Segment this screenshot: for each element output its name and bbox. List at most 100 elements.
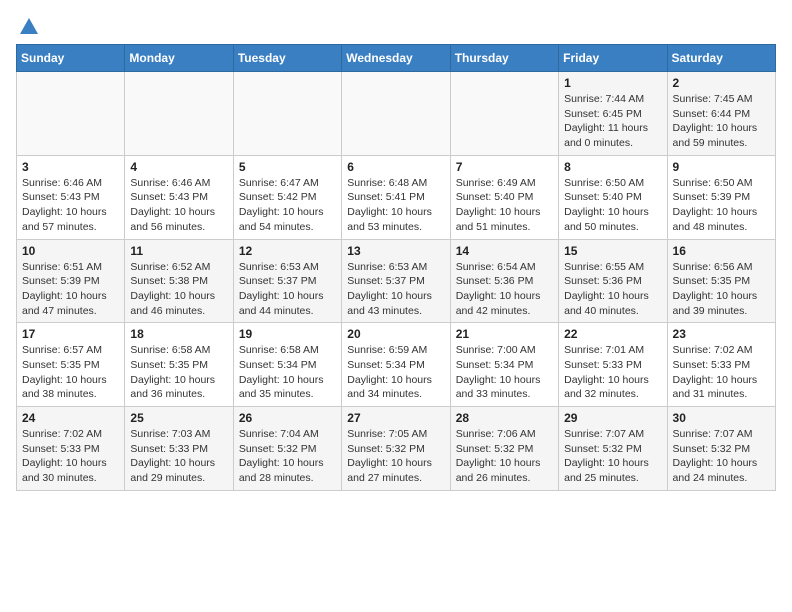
calendar-week-row: 1 Sunrise: 7:44 AM Sunset: 6:45 PM Daylig… (17, 72, 776, 156)
day-info: Sunrise: 7:04 AM Sunset: 5:32 PM Dayligh… (239, 427, 336, 486)
calendar-cell: 3 Sunrise: 6:46 AM Sunset: 5:43 PM Daylig… (17, 155, 125, 239)
day-info: Sunrise: 6:57 AM Sunset: 5:35 PM Dayligh… (22, 343, 119, 402)
day-info: Sunrise: 6:50 AM Sunset: 5:40 PM Dayligh… (564, 176, 661, 235)
day-info: Sunrise: 7:07 AM Sunset: 5:32 PM Dayligh… (564, 427, 661, 486)
calendar-cell (342, 72, 450, 156)
calendar-cell: 22Sunrise: 7:01 AM Sunset: 5:33 PM Dayli… (559, 323, 667, 407)
day-number: 10 (22, 244, 119, 258)
page-header (16, 16, 776, 34)
day-info: Sunrise: 6:50 AM Sunset: 5:39 PM Dayligh… (673, 176, 770, 235)
calendar-cell: 10 Sunrise: 6:51 AM Sunset: 5:39 PM Dayli… (17, 239, 125, 323)
day-number: 9 (673, 160, 770, 174)
calendar-week-row: 24Sunrise: 7:02 AM Sunset: 5:33 PM Dayli… (17, 407, 776, 491)
day-info: Sunrise: 6:46 AM Sunset: 5:43 PM Dayligh… (22, 176, 119, 235)
day-info: Sunrise: 6:58 AM Sunset: 5:34 PM Dayligh… (239, 343, 336, 402)
day-number: 16 (673, 244, 770, 258)
calendar-cell: 1 Sunrise: 7:44 AM Sunset: 6:45 PM Daylig… (559, 72, 667, 156)
day-number: 26 (239, 411, 336, 425)
day-info: Sunrise: 7:07 AM Sunset: 5:32 PM Dayligh… (673, 427, 770, 486)
day-info: Sunrise: 7:02 AM Sunset: 5:33 PM Dayligh… (673, 343, 770, 402)
day-number: 17 (22, 327, 119, 341)
day-info: Sunrise: 7:00 AM Sunset: 5:34 PM Dayligh… (456, 343, 553, 402)
logo (16, 16, 40, 34)
day-number: 2 (673, 76, 770, 90)
day-number: 5 (239, 160, 336, 174)
day-number: 12 (239, 244, 336, 258)
day-info: Sunrise: 6:56 AM Sunset: 5:35 PM Dayligh… (673, 260, 770, 319)
calendar-cell: 20Sunrise: 6:59 AM Sunset: 5:34 PM Dayli… (342, 323, 450, 407)
calendar-cell: 26 Sunrise: 7:04 AM Sunset: 5:32 PM Dayli… (233, 407, 341, 491)
calendar-week-row: 17 Sunrise: 6:57 AM Sunset: 5:35 PM Dayli… (17, 323, 776, 407)
calendar-cell: 15 Sunrise: 6:55 AM Sunset: 5:36 PM Dayli… (559, 239, 667, 323)
day-number: 14 (456, 244, 553, 258)
day-number: 6 (347, 160, 444, 174)
calendar-cell: 6 Sunrise: 6:48 AM Sunset: 5:41 PM Daylig… (342, 155, 450, 239)
day-number: 19 (239, 327, 336, 341)
calendar-cell: 30 Sunrise: 7:07 AM Sunset: 5:32 PM Dayli… (667, 407, 775, 491)
day-number: 20 (347, 327, 444, 341)
calendar-cell (450, 72, 558, 156)
day-number: 1 (564, 76, 661, 90)
calendar-cell (17, 72, 125, 156)
calendar-header-row: SundayMondayTuesdayWednesdayThursdayFrid… (17, 45, 776, 72)
calendar-cell: 7 Sunrise: 6:49 AM Sunset: 5:40 PM Daylig… (450, 155, 558, 239)
day-info: Sunrise: 6:49 AM Sunset: 5:40 PM Dayligh… (456, 176, 553, 235)
calendar-cell: 9 Sunrise: 6:50 AM Sunset: 5:39 PM Daylig… (667, 155, 775, 239)
day-number: 21 (456, 327, 553, 341)
calendar-cell: 18 Sunrise: 6:58 AM Sunset: 5:35 PM Dayli… (125, 323, 233, 407)
calendar-cell: 29 Sunrise: 7:07 AM Sunset: 5:32 PM Dayli… (559, 407, 667, 491)
calendar-week-row: 10 Sunrise: 6:51 AM Sunset: 5:39 PM Dayli… (17, 239, 776, 323)
day-info: Sunrise: 7:44 AM Sunset: 6:45 PM Dayligh… (564, 92, 661, 151)
day-info: Sunrise: 7:03 AM Sunset: 5:33 PM Dayligh… (130, 427, 227, 486)
day-number: 23 (673, 327, 770, 341)
calendar-cell: 8 Sunrise: 6:50 AM Sunset: 5:40 PM Daylig… (559, 155, 667, 239)
day-info: Sunrise: 6:48 AM Sunset: 5:41 PM Dayligh… (347, 176, 444, 235)
weekday-header: Thursday (450, 45, 558, 72)
calendar-cell: 27Sunrise: 7:05 AM Sunset: 5:32 PM Dayli… (342, 407, 450, 491)
calendar-cell: 24Sunrise: 7:02 AM Sunset: 5:33 PM Dayli… (17, 407, 125, 491)
calendar-cell: 5 Sunrise: 6:47 AM Sunset: 5:42 PM Daylig… (233, 155, 341, 239)
calendar-cell: 4Sunrise: 6:46 AM Sunset: 5:43 PM Daylig… (125, 155, 233, 239)
calendar-cell: 25 Sunrise: 7:03 AM Sunset: 5:33 PM Dayli… (125, 407, 233, 491)
day-info: Sunrise: 6:53 AM Sunset: 5:37 PM Dayligh… (239, 260, 336, 319)
calendar-cell: 19 Sunrise: 6:58 AM Sunset: 5:34 PM Dayli… (233, 323, 341, 407)
calendar-cell: 21 Sunrise: 7:00 AM Sunset: 5:34 PM Dayli… (450, 323, 558, 407)
day-number: 25 (130, 411, 227, 425)
calendar-cell: 23 Sunrise: 7:02 AM Sunset: 5:33 PM Dayli… (667, 323, 775, 407)
day-info: Sunrise: 6:54 AM Sunset: 5:36 PM Dayligh… (456, 260, 553, 319)
day-number: 27 (347, 411, 444, 425)
calendar-cell: 11Sunrise: 6:52 AM Sunset: 5:38 PM Dayli… (125, 239, 233, 323)
weekday-header: Monday (125, 45, 233, 72)
calendar-cell: 2 Sunrise: 7:45 AM Sunset: 6:44 PM Daylig… (667, 72, 775, 156)
weekday-header: Wednesday (342, 45, 450, 72)
day-info: Sunrise: 6:55 AM Sunset: 5:36 PM Dayligh… (564, 260, 661, 319)
day-number: 13 (347, 244, 444, 258)
weekday-header: Friday (559, 45, 667, 72)
day-number: 28 (456, 411, 553, 425)
day-number: 29 (564, 411, 661, 425)
day-number: 30 (673, 411, 770, 425)
calendar-cell: 17 Sunrise: 6:57 AM Sunset: 5:35 PM Dayli… (17, 323, 125, 407)
day-info: Sunrise: 6:47 AM Sunset: 5:42 PM Dayligh… (239, 176, 336, 235)
calendar-cell: 12 Sunrise: 6:53 AM Sunset: 5:37 PM Dayli… (233, 239, 341, 323)
day-info: Sunrise: 6:53 AM Sunset: 5:37 PM Dayligh… (347, 260, 444, 319)
day-number: 15 (564, 244, 661, 258)
day-number: 3 (22, 160, 119, 174)
day-number: 7 (456, 160, 553, 174)
weekday-header: Sunday (17, 45, 125, 72)
day-number: 4 (130, 160, 227, 174)
day-info: Sunrise: 6:58 AM Sunset: 5:35 PM Dayligh… (130, 343, 227, 402)
calendar-cell: 28 Sunrise: 7:06 AM Sunset: 5:32 PM Dayli… (450, 407, 558, 491)
day-info: Sunrise: 7:45 AM Sunset: 6:44 PM Dayligh… (673, 92, 770, 151)
day-number: 8 (564, 160, 661, 174)
calendar-cell (233, 72, 341, 156)
day-info: Sunrise: 6:51 AM Sunset: 5:39 PM Dayligh… (22, 260, 119, 319)
day-number: 18 (130, 327, 227, 341)
day-info: Sunrise: 7:06 AM Sunset: 5:32 PM Dayligh… (456, 427, 553, 486)
day-number: 22 (564, 327, 661, 341)
logo-icon (18, 16, 40, 38)
calendar-cell: 13 Sunrise: 6:53 AM Sunset: 5:37 PM Dayli… (342, 239, 450, 323)
calendar-table: SundayMondayTuesdayWednesdayThursdayFrid… (16, 44, 776, 491)
day-number: 24 (22, 411, 119, 425)
day-info: Sunrise: 6:52 AM Sunset: 5:38 PM Dayligh… (130, 260, 227, 319)
